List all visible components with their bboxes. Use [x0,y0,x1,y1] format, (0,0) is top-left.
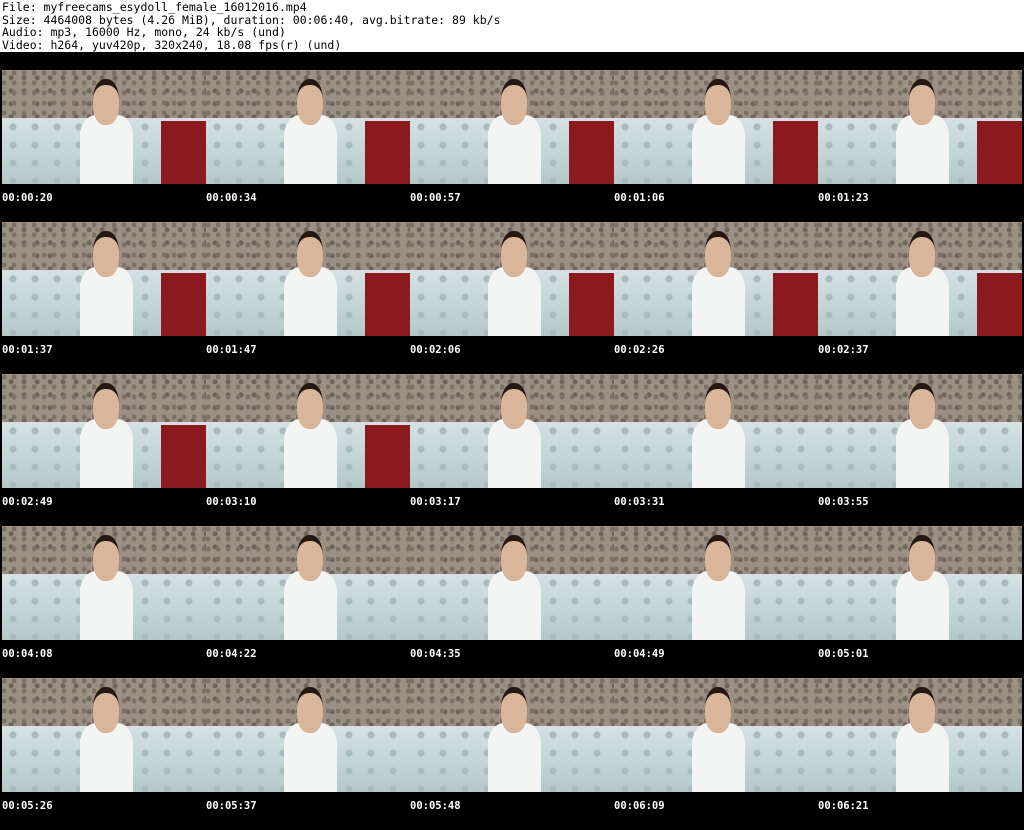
video-frame-thumbnail [410,678,614,792]
file-name-line: File: myfreecams_esydoll_female_16012016… [2,0,307,14]
video-frame-thumbnail [818,526,1022,640]
frame-timestamp: 00:05:48 [410,800,461,812]
thumbnail-cell: 00:03:17 [410,374,614,526]
video-frame-thumbnail [206,526,410,640]
video-frame-thumbnail [614,70,818,184]
video-frame-thumbnail [206,70,410,184]
frame-timestamp: 00:05:37 [206,800,257,812]
thumbnail-cell: 00:03:31 [614,374,818,526]
frame-timestamp: 00:06:09 [614,800,665,812]
video-info-line: Video: h264, yuv420p, 320x240, 18.08 fps… [2,37,342,52]
video-frame-thumbnail [614,526,818,640]
thumbnail-cell: 00:05:01 [818,526,1022,678]
frame-timestamp: 00:02:06 [410,344,461,356]
video-frame-thumbnail [818,374,1022,488]
video-frame-thumbnail [410,374,614,488]
video-frame-thumbnail [2,526,206,640]
thumbnail-cell: 00:01:23 [818,70,1022,222]
frame-timestamp: 00:01:06 [614,192,665,204]
thumbnail-cell: 00:02:06 [410,222,614,374]
thumbnail-cell: 00:06:21 [818,678,1022,830]
thumbnail-cell: 00:05:48 [410,678,614,830]
frame-timestamp: 00:04:35 [410,648,461,660]
thumbnail-cell: 00:05:37 [206,678,410,830]
thumbnail-row: 00:01:37 00:01:47 00:02:06 00:02:26 00:0… [2,222,1024,374]
thumbnail-cell: 00:03:10 [206,374,410,526]
frame-timestamp: 00:05:26 [2,800,53,812]
video-frame-thumbnail [614,374,818,488]
thumbnail-cell: 00:04:49 [614,526,818,678]
thumbnail-cell: 00:00:20 [2,70,206,222]
video-frame-thumbnail [410,222,614,336]
frame-timestamp: 00:04:49 [614,648,665,660]
frame-timestamp: 00:02:37 [818,344,869,356]
frame-timestamp: 00:00:34 [206,192,257,204]
frame-timestamp: 00:02:49 [2,496,53,508]
file-info-header: File: myfreecams_esydoll_female_16012016… [0,0,1024,52]
video-frame-thumbnail [2,374,206,488]
thumbnail-cell: 00:02:26 [614,222,818,374]
thumbnail-cell: 00:03:55 [818,374,1022,526]
thumbnail-cell: 00:06:09 [614,678,818,830]
thumbnail-row: 00:02:49 00:03:10 00:03:17 00:03:31 00:0… [2,374,1024,526]
frame-timestamp: 00:03:31 [614,496,665,508]
frame-timestamp: 00:01:23 [818,192,869,204]
thumbnail-cell: 00:02:37 [818,222,1022,374]
thumbnail-cell: 00:02:49 [2,374,206,526]
thumbnail-cell: 00:04:35 [410,526,614,678]
audio-info-line: Audio: mp3, 16000 Hz, mono, 24 kb/s (und… [2,25,286,39]
thumbnail-cell: 00:05:26 [2,678,206,830]
thumbnail-cell: 00:01:47 [206,222,410,374]
video-frame-thumbnail [206,374,410,488]
thumbnail-row: 00:04:08 00:04:22 00:04:35 00:04:49 00:0… [2,526,1024,678]
video-frame-thumbnail [206,222,410,336]
frame-timestamp: 00:05:01 [818,648,869,660]
thumbnail-cell: 00:00:34 [206,70,410,222]
video-frame-thumbnail [410,526,614,640]
frame-timestamp: 00:02:26 [614,344,665,356]
frame-timestamp: 00:01:47 [206,344,257,356]
thumbnail-cell: 00:04:22 [206,526,410,678]
frame-timestamp: 00:01:37 [2,344,53,356]
video-frame-thumbnail [818,678,1022,792]
video-frame-thumbnail [2,70,206,184]
video-frame-thumbnail [2,222,206,336]
frame-timestamp: 00:04:22 [206,648,257,660]
video-frame-thumbnail [818,222,1022,336]
thumbnail-row: 00:05:26 00:05:37 00:05:48 00:06:09 00:0… [2,678,1024,830]
thumbnail-cell: 00:04:08 [2,526,206,678]
video-frame-thumbnail [206,678,410,792]
thumbnail-row: 00:00:20 00:00:34 00:00:57 00:01:06 00:0… [2,70,1024,222]
frame-timestamp: 00:06:21 [818,800,869,812]
frame-timestamp: 00:04:08 [2,648,53,660]
video-frame-thumbnail [818,70,1022,184]
video-frame-thumbnail [2,678,206,792]
frame-timestamp: 00:03:17 [410,496,461,508]
thumbnail-cell: 00:01:06 [614,70,818,222]
video-frame-thumbnail [614,678,818,792]
video-frame-thumbnail [410,70,614,184]
frame-timestamp: 00:03:55 [818,496,869,508]
frame-timestamp: 00:00:57 [410,192,461,204]
frame-timestamp: 00:00:20 [2,192,53,204]
thumbnail-cell: 00:00:57 [410,70,614,222]
frame-timestamp: 00:03:10 [206,496,257,508]
video-frame-thumbnail [614,222,818,336]
thumbnail-cell: 00:01:37 [2,222,206,374]
